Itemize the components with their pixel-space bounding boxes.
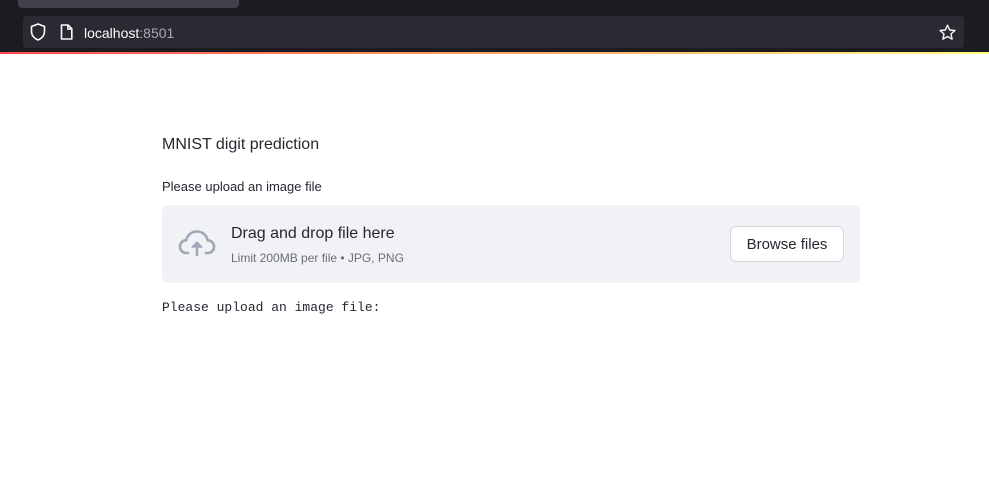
url-host: localhost — [84, 25, 140, 41]
file-dropzone[interactable]: Drag and drop file here Limit 200MB per … — [162, 205, 860, 283]
active-tab[interactable] — [18, 0, 239, 8]
tab-strip — [0, 0, 989, 12]
browse-files-button[interactable]: Browse files — [730, 226, 844, 262]
url-port: :8501 — [139, 25, 175, 41]
cloud-upload-icon — [178, 228, 216, 258]
file-uploader-label: Please upload an image file — [162, 179, 322, 194]
shield-icon[interactable] — [30, 23, 46, 41]
status-message: Please upload an image file: — [162, 300, 381, 315]
page-title: MNIST digit prediction — [162, 136, 320, 153]
drop-instructions: Drag and drop file here — [231, 225, 395, 242]
app-accent-line — [0, 52, 989, 54]
star-icon[interactable] — [939, 24, 956, 41]
browser-chrome: localhost:8501 — [0, 0, 989, 52]
file-limits-text: Limit 200MB per file • JPG, PNG — [231, 251, 404, 265]
url-text[interactable]: localhost:8501 — [84, 24, 174, 42]
page-icon — [60, 24, 73, 40]
